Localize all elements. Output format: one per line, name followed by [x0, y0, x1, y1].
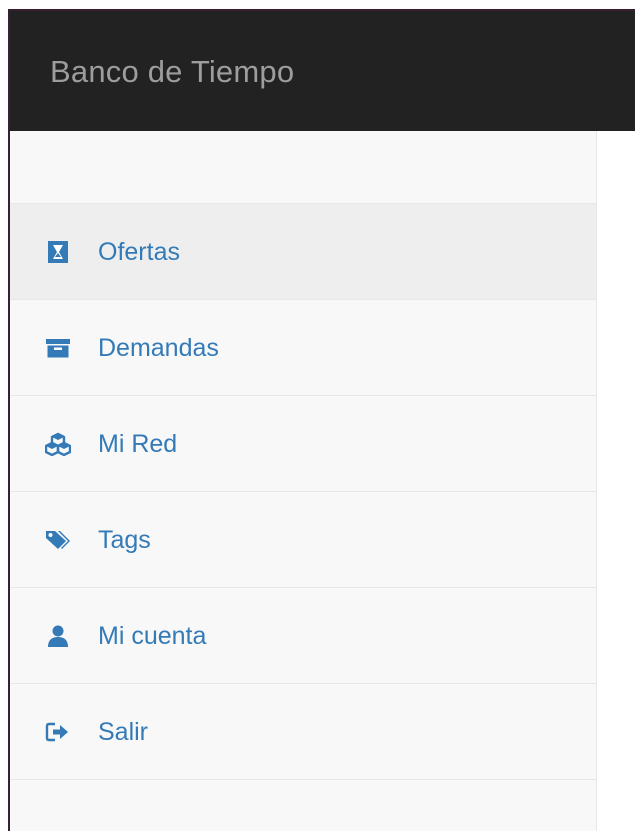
- sidebar-item-label: Tags: [98, 526, 151, 554]
- archive-box-icon: [45, 336, 71, 360]
- sidebar-item-demandas[interactable]: Demandas: [10, 300, 596, 396]
- sidebar: Ofertas Demandas Mi Red Tags Mi cuenta S…: [10, 131, 597, 831]
- sidebar-spacer: [10, 131, 596, 204]
- sidebar-item-mi-red[interactable]: Mi Red: [10, 396, 596, 492]
- sidebar-item-label: Demandas: [98, 334, 219, 362]
- app-window: Banco de Tiempo Ofertas Demandas Mi Red …: [8, 9, 635, 831]
- sidebar-item-salir[interactable]: Salir: [10, 684, 596, 780]
- top-navbar: Banco de Tiempo: [10, 11, 635, 131]
- sidebar-item-label: Ofertas: [98, 238, 180, 266]
- sidebar-item-label: Salir: [98, 718, 149, 746]
- hourglass-icon: [45, 240, 71, 264]
- brand-link[interactable]: Banco de Tiempo: [50, 56, 294, 87]
- sidebar-item-label: Mi cuenta: [98, 622, 207, 650]
- sidebar-item-ofertas[interactable]: Ofertas: [10, 204, 596, 300]
- sidebar-item-label: Mi Red: [98, 430, 178, 458]
- user-icon: [45, 624, 71, 648]
- sidebar-item-mi-cuenta[interactable]: Mi cuenta: [10, 588, 596, 684]
- tags-icon: [45, 528, 71, 552]
- sign-out-icon: [45, 720, 71, 744]
- cubes-icon: [45, 432, 71, 456]
- sidebar-item-tags[interactable]: Tags: [10, 492, 596, 588]
